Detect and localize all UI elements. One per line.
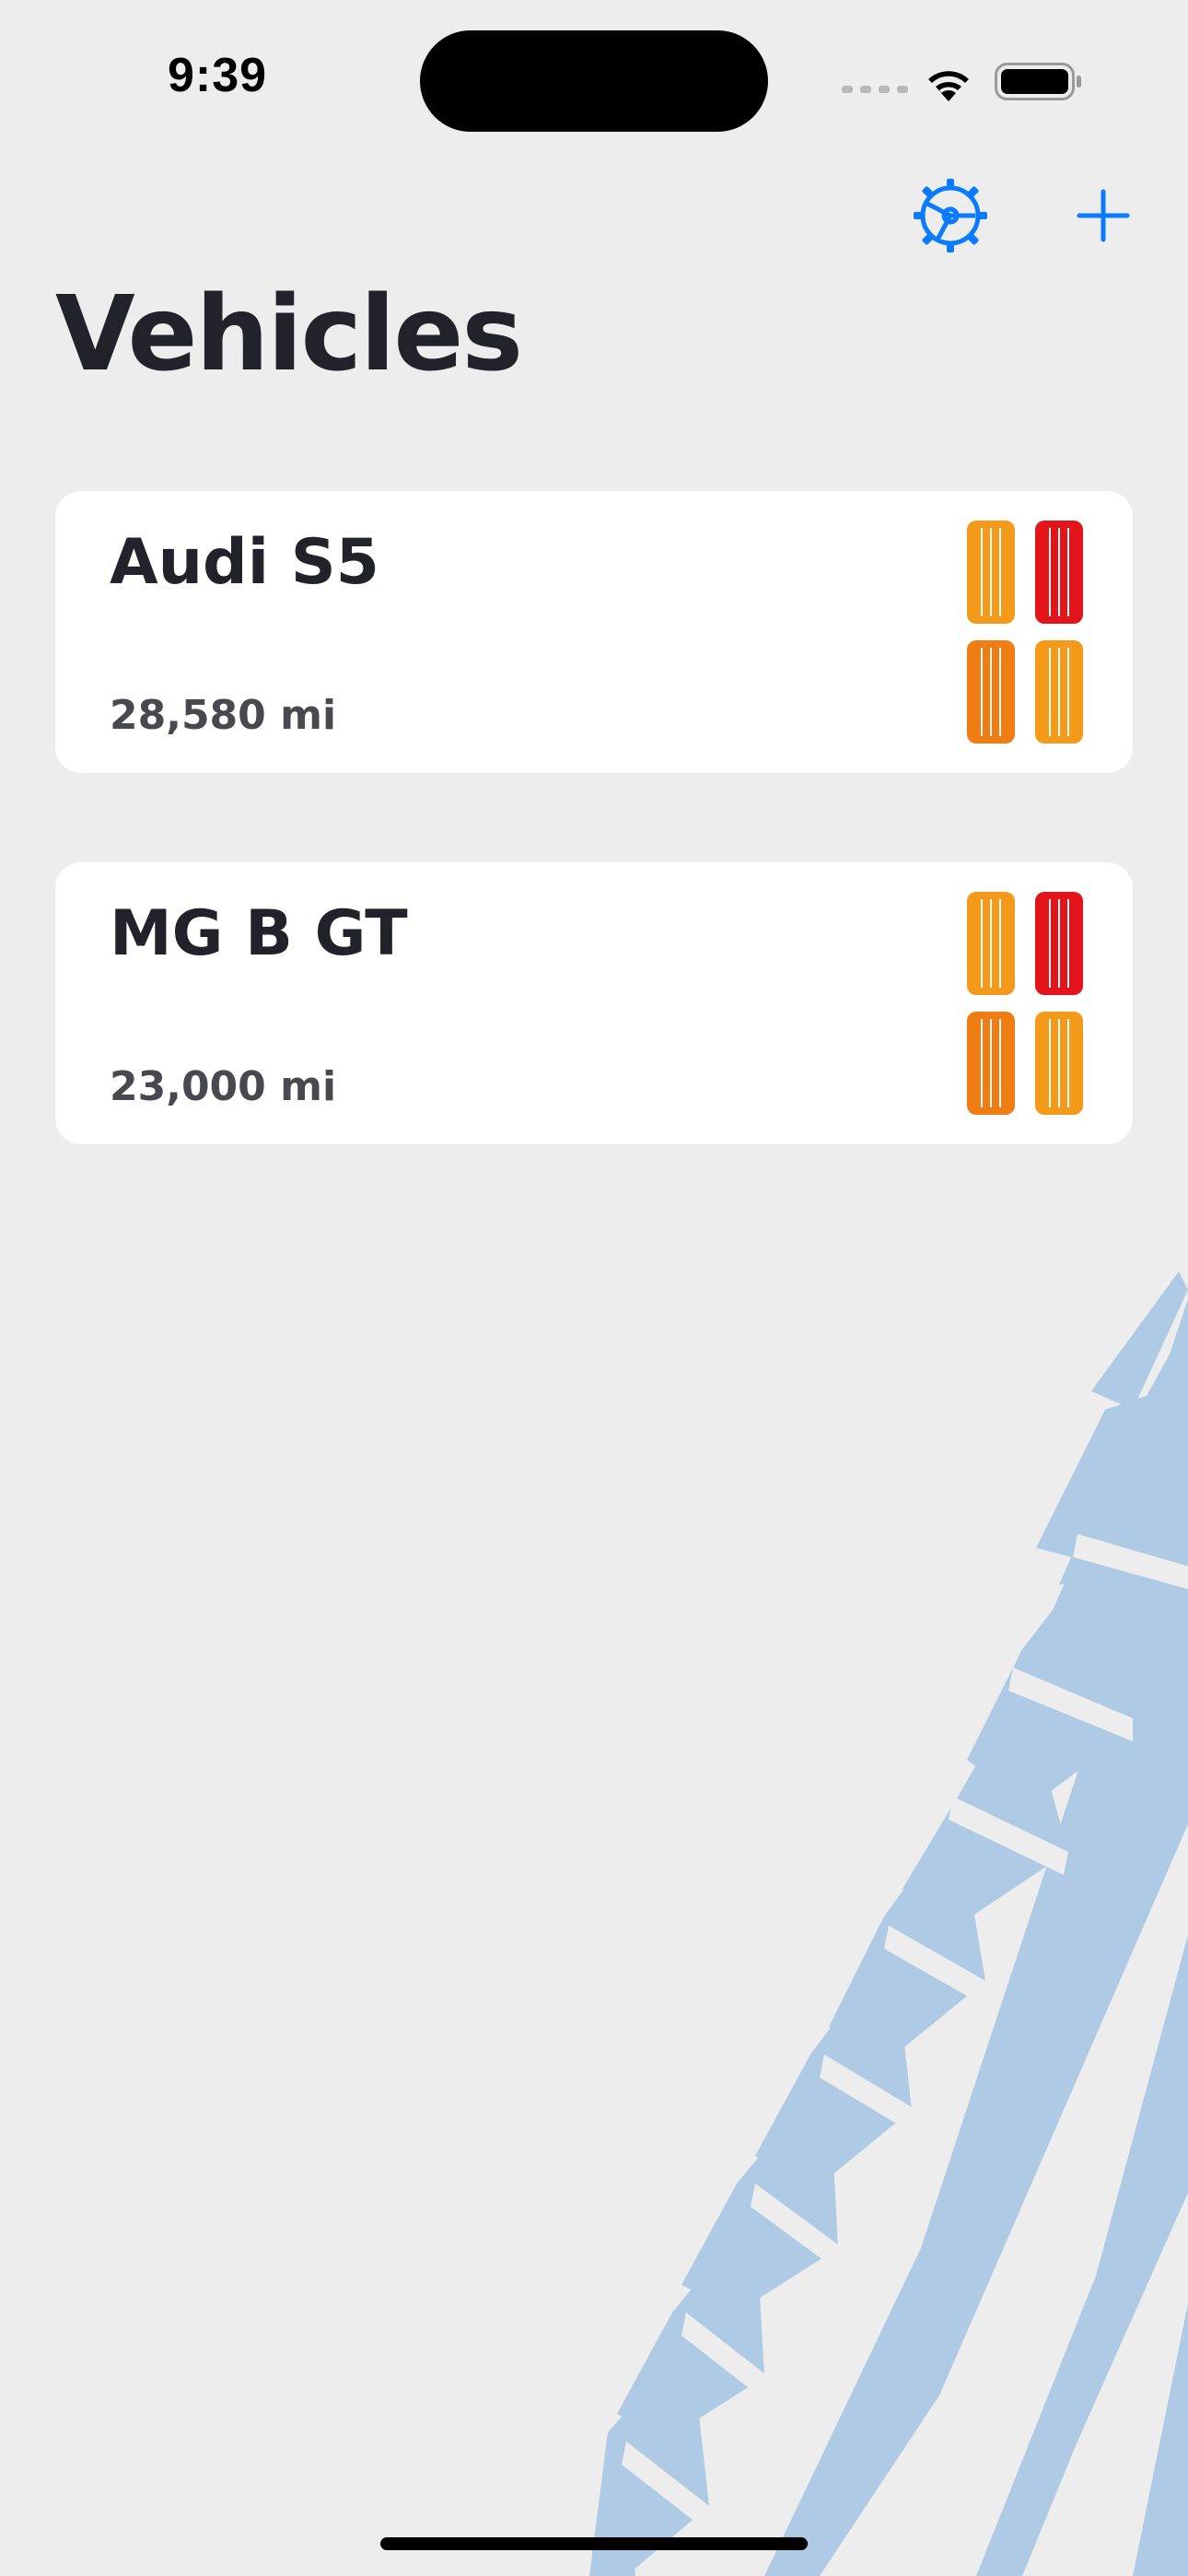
vehicle-mileage: 28,580 mi [110, 692, 337, 739]
tire-front-left-icon [967, 892, 1015, 995]
signal-dots-icon [842, 86, 908, 93]
vehicle-name: Audi S5 [110, 526, 379, 599]
status-time: 9:39 [168, 49, 268, 102]
settings-button[interactable] [910, 175, 991, 256]
vehicle-name: MG B GT [110, 897, 408, 970]
wifi-icon [928, 71, 969, 101]
tire-front-right-icon [1035, 521, 1083, 624]
plus-icon [1077, 189, 1130, 242]
vehicle-card[interactable]: Audi S5 28,580 mi [55, 491, 1133, 773]
tire-front-left-icon [967, 521, 1015, 624]
add-vehicle-button[interactable] [1068, 181, 1138, 251]
vehicle-card[interactable]: MG B GT 23,000 mi [55, 862, 1133, 1144]
home-indicator[interactable] [380, 2537, 808, 2550]
tire-front-right-icon [1035, 892, 1083, 995]
tire-rear-right-icon [1035, 640, 1083, 744]
tire-rear-left-icon [967, 640, 1015, 744]
tire-rear-left-icon [967, 1012, 1015, 1115]
page-title: Vehicles [55, 275, 523, 394]
tire-status-icon [967, 521, 1083, 744]
tire-rear-right-icon [1035, 1012, 1083, 1115]
dynamic-island [420, 30, 768, 132]
vehicle-mileage: 23,000 mi [110, 1063, 337, 1110]
steering-wheel-gear-icon [920, 185, 981, 246]
status-icons [842, 63, 1081, 101]
battery-icon [995, 63, 1081, 100]
tire-status-icon [967, 892, 1083, 1115]
